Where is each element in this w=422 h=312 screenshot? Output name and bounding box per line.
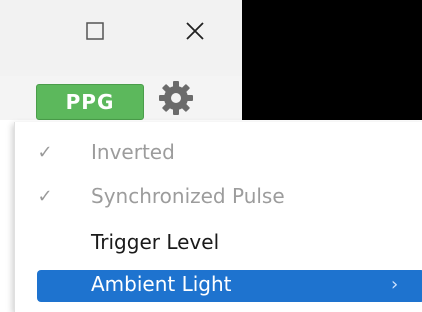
menu-item-label: Inverted	[91, 140, 175, 164]
ppg-button-label: PPG	[65, 90, 115, 114]
video-preview-panel	[242, 0, 422, 120]
maximize-button[interactable]	[78, 14, 112, 48]
ppg-button[interactable]: PPG	[36, 84, 144, 120]
menu-item-trigger-level[interactable]: Trigger Level	[15, 222, 422, 262]
settings-button[interactable]	[156, 78, 196, 118]
menu-item-label: Ambient Light	[91, 272, 232, 296]
menu-item-ambient-light[interactable]: Ambient Light ›	[15, 264, 422, 304]
checkmark-icon: ✓	[37, 141, 53, 163]
menu-item-label: Trigger Level	[91, 230, 220, 254]
chevron-right-icon: ›	[391, 273, 399, 295]
menu-item-synchronized-pulse[interactable]: ✓ Synchronized Pulse	[15, 176, 422, 216]
menu-item-label: Synchronized Pulse	[91, 184, 285, 208]
close-button[interactable]	[178, 14, 212, 48]
gear-icon	[159, 81, 193, 115]
checkmark-icon: ✓	[37, 185, 53, 207]
settings-dropdown-menu: ✓ Inverted ✓ Synchronized Pulse Trigger …	[14, 122, 422, 312]
x-close-icon	[186, 22, 204, 40]
square-outline-icon	[86, 22, 104, 40]
menu-item-inverted[interactable]: ✓ Inverted	[15, 132, 422, 172]
